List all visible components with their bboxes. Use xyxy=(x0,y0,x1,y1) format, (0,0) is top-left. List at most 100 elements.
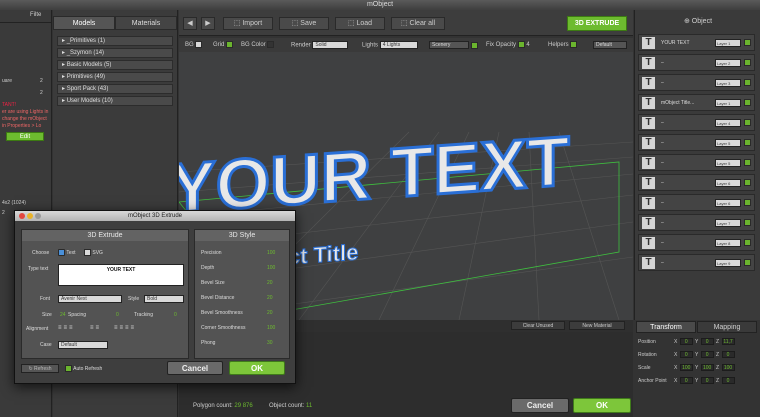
object-row[interactable]: T – Layer 4 xyxy=(638,114,755,131)
bgcolor-option[interactable]: BG Color xyxy=(241,41,275,49)
helpers-checkbox[interactable] xyxy=(570,41,578,48)
layer-select[interactable]: Layer 4 xyxy=(715,119,741,127)
cancel-button[interactable]: Cancel xyxy=(511,398,569,413)
position-y[interactable]: 0 xyxy=(700,338,714,345)
anchor-x[interactable]: 0 xyxy=(679,377,693,384)
scale-x[interactable]: 100 xyxy=(679,364,693,371)
fixopacity-value[interactable]: 4 xyxy=(526,42,529,48)
scenery-checkbox[interactable] xyxy=(470,41,478,49)
auto-refresh-option[interactable]: Auto Refresh xyxy=(65,365,102,372)
bevel-distance-value[interactable]: 20 xyxy=(267,295,273,301)
fixopacity-checkbox[interactable] xyxy=(517,41,525,48)
close-icon[interactable] xyxy=(19,213,25,219)
dialog-cancel-button[interactable]: Cancel xyxy=(167,361,223,375)
library-item[interactable]: ▸ Sport Pack (43) xyxy=(57,84,173,94)
visibility-checkbox[interactable] xyxy=(744,199,751,206)
forward-arrow-icon[interactable]: ▶ xyxy=(201,17,215,30)
object-row[interactable]: T YOUR TEXT Layer 1 xyxy=(638,34,755,51)
visibility-checkbox[interactable] xyxy=(744,99,751,106)
tab-materials[interactable]: Materials xyxy=(115,16,177,30)
auto-refresh-checkbox[interactable] xyxy=(65,365,72,372)
rotation-z[interactable]: 0 xyxy=(721,351,735,358)
import-button[interactable]: ⬚ Import xyxy=(223,17,273,30)
visibility-checkbox[interactable] xyxy=(744,39,751,46)
layer-select[interactable]: Layer 1 xyxy=(715,99,741,107)
rotation-x[interactable]: 0 xyxy=(679,351,693,358)
object-row[interactable]: T – Layer 7 xyxy=(638,214,755,231)
ok-button[interactable]: OK xyxy=(573,398,631,413)
visibility-checkbox[interactable] xyxy=(744,59,751,66)
object-row[interactable]: T – Layer 5 xyxy=(638,154,755,171)
object-row[interactable]: T – Layer 5 xyxy=(638,134,755,151)
text-radio[interactable]: Text xyxy=(58,249,75,256)
layer-select[interactable]: Layer 9 xyxy=(715,259,741,267)
layer-select[interactable]: Layer 6 xyxy=(715,179,741,187)
default-button[interactable]: Default xyxy=(593,41,627,49)
tab-models[interactable]: Models xyxy=(53,16,115,30)
bg-option[interactable]: BG xyxy=(185,41,203,49)
precision-value[interactable]: 100 xyxy=(267,250,275,256)
layer-select[interactable]: Layer 2 xyxy=(715,59,741,67)
library-item[interactable]: ▸ _Szymon (14) xyxy=(57,48,173,58)
layer-select[interactable]: Layer 7 xyxy=(715,219,741,227)
object-row[interactable]: T – Layer 3 xyxy=(638,74,755,91)
library-item[interactable]: ▸ Basic Models (5) xyxy=(57,60,173,70)
bgcolor-swatch[interactable] xyxy=(267,41,275,48)
layer-select[interactable]: Layer 6 xyxy=(715,199,741,207)
anchor-z[interactable]: 0 xyxy=(721,377,735,384)
scenery-button[interactable]: Scenery xyxy=(429,41,469,49)
clear-all-button[interactable]: ⬚ Clear all xyxy=(391,17,445,30)
depth-value[interactable]: 100 xyxy=(267,265,275,271)
type-text-input[interactable]: YOUR TEXT xyxy=(58,264,184,286)
scale-y[interactable]: 100 xyxy=(700,364,714,371)
extrude-button[interactable]: 3D EXTRUDE xyxy=(567,16,627,31)
corner-smoothness-value[interactable]: 100 xyxy=(267,325,275,331)
position-z[interactable]: 11,7 xyxy=(721,338,735,345)
layer-select[interactable]: Layer 8 xyxy=(715,239,741,247)
bevel-smoothness-value[interactable]: 20 xyxy=(267,310,273,316)
visibility-checkbox[interactable] xyxy=(744,159,751,166)
filter-tab[interactable]: Filte xyxy=(30,12,41,18)
object-row[interactable]: TmObject Title... Layer 1 xyxy=(638,94,755,111)
clear-unused-button[interactable]: Clear Unused xyxy=(511,321,565,330)
object-row[interactable]: T – Layer 6 xyxy=(638,174,755,191)
bevel-size-value[interactable]: 20 xyxy=(267,280,273,286)
tab-transform[interactable]: Transform xyxy=(636,321,696,333)
library-item[interactable]: ▸ User Models (10) xyxy=(57,96,173,106)
object-row[interactable]: T – Layer 6 xyxy=(638,194,755,211)
layer-select[interactable]: Layer 3 xyxy=(715,79,741,87)
spacing-value[interactable]: 0 xyxy=(116,312,119,318)
position-x[interactable]: 0 xyxy=(679,338,693,345)
case-select[interactable]: Default xyxy=(58,341,108,349)
visibility-checkbox[interactable] xyxy=(744,259,751,266)
tab-mapping[interactable]: Mapping xyxy=(697,321,757,333)
save-button[interactable]: ⬚ Save xyxy=(279,17,329,30)
align-left-icons[interactable]: ≡≡≡ xyxy=(58,325,75,331)
grid-option[interactable]: Grid xyxy=(213,41,234,49)
zoom-icon[interactable] xyxy=(35,213,41,219)
phong-value[interactable]: 30 xyxy=(267,340,273,346)
dialog-ok-button[interactable]: OK xyxy=(229,361,285,375)
visibility-checkbox[interactable] xyxy=(744,139,751,146)
scale-z[interactable]: 100 xyxy=(721,364,735,371)
visibility-checkbox[interactable] xyxy=(744,179,751,186)
object-row[interactable]: T – Layer 8 xyxy=(638,234,755,251)
grid-checkbox[interactable] xyxy=(226,41,234,48)
edit-button[interactable]: Edit xyxy=(6,132,44,141)
size-value[interactable]: 24 xyxy=(60,312,66,318)
bg-checkbox[interactable] xyxy=(195,41,203,48)
layer-select[interactable]: Layer 5 xyxy=(715,139,741,147)
align-justify-icons[interactable]: ≡≡≡≡ xyxy=(114,325,136,331)
tracking-value[interactable]: 0 xyxy=(174,312,177,318)
visibility-checkbox[interactable] xyxy=(744,119,751,126)
object-row[interactable]: T – Layer 9 xyxy=(638,254,755,271)
style-select[interactable]: Bold xyxy=(144,295,184,303)
library-item[interactable]: ▸ Primitives (49) xyxy=(57,72,173,82)
back-arrow-icon[interactable]: ◀ xyxy=(183,17,197,30)
anchor-y[interactable]: 0 xyxy=(700,377,714,384)
library-item[interactable]: ▸ _Primitives (1) xyxy=(57,36,173,46)
visibility-checkbox[interactable] xyxy=(744,79,751,86)
rotation-y[interactable]: 0 xyxy=(700,351,714,358)
new-material-button[interactable]: New Material xyxy=(569,321,625,330)
refresh-button[interactable]: ↻ Refresh xyxy=(21,364,59,373)
